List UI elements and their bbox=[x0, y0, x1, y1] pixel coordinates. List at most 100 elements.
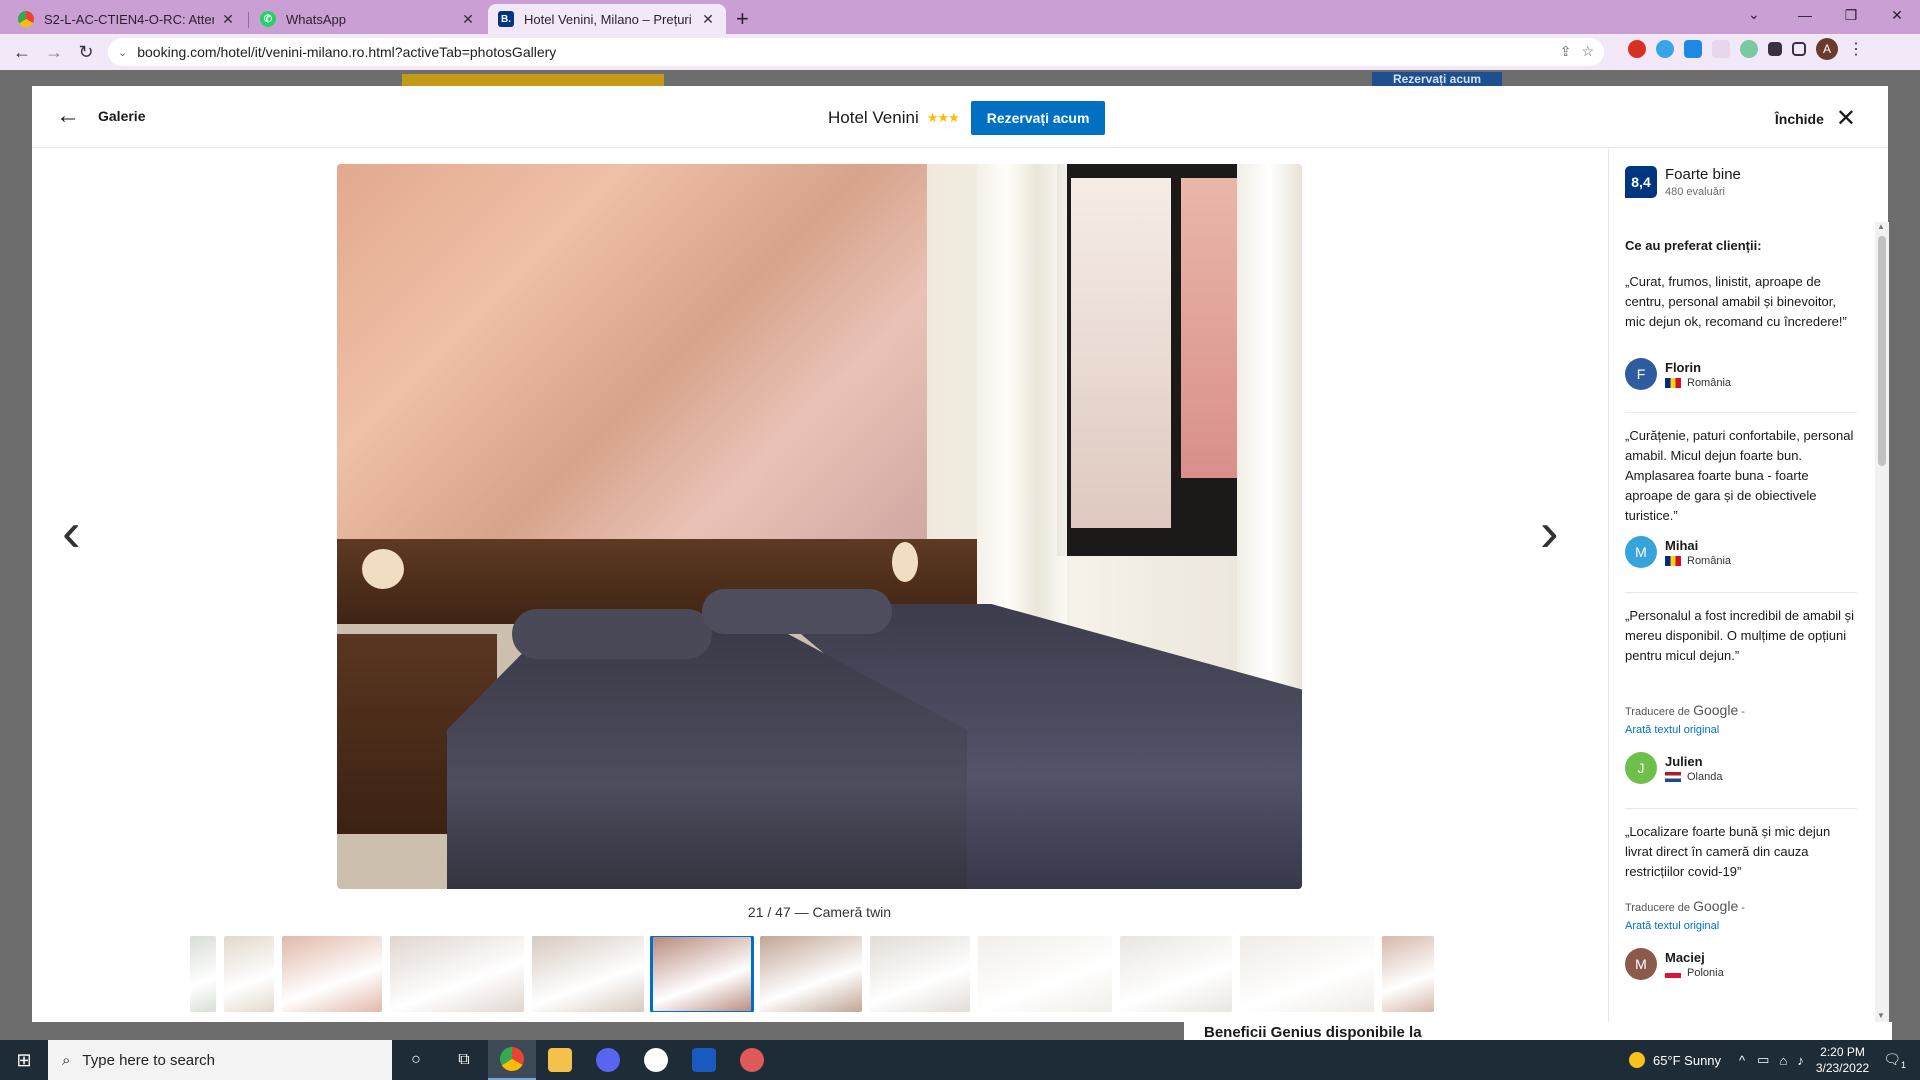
reviewer: F Florin România bbox=[1625, 358, 1731, 390]
divider bbox=[1625, 592, 1857, 593]
thumbnail[interactable] bbox=[532, 936, 644, 1012]
search-placeholder: Type here to search bbox=[82, 1051, 215, 1069]
gallery-header: ← Galerie Hotel Venini ★★★ Rezervați acu… bbox=[32, 86, 1888, 148]
network-icon[interactable]: ⌂ bbox=[1779, 1053, 1787, 1068]
profile-avatar[interactable]: A bbox=[1816, 38, 1838, 60]
chrome-favicon-icon bbox=[18, 11, 34, 27]
volume-icon[interactable]: ♪ bbox=[1797, 1053, 1804, 1068]
notifications-icon[interactable]: 🗨1 bbox=[1883, 1051, 1906, 1070]
photo-caption: 21 / 47 — Cameră twin bbox=[747, 904, 892, 920]
star-rating-icon: ★★★ bbox=[926, 110, 960, 125]
window-close-icon[interactable]: ✕ bbox=[1874, 0, 1920, 30]
word-icon[interactable] bbox=[680, 1040, 728, 1080]
address-bar[interactable]: ⌄ booking.com/hotel/it/venini-milano.ro.… bbox=[108, 38, 1604, 66]
whatsapp-icon: ✆ bbox=[260, 11, 276, 27]
file-explorer-icon[interactable] bbox=[536, 1040, 584, 1080]
show-original-link[interactable]: Arată textul original bbox=[1625, 920, 1719, 932]
review-text: „Personalul a fost incredibil de amabil … bbox=[1625, 608, 1855, 663]
back-arrow-icon: ← bbox=[56, 102, 80, 129]
review-count: 480 evaluări bbox=[1665, 186, 1725, 198]
window-controls: — ❐ ✕ bbox=[1782, 0, 1920, 30]
share-icon[interactable]: ⇪ bbox=[1560, 43, 1572, 60]
windows-extension-icon[interactable] bbox=[1684, 40, 1702, 58]
thumbnail[interactable] bbox=[978, 936, 1112, 1012]
clock[interactable]: 2:20 PM 3/23/2022 bbox=[1816, 1044, 1869, 1076]
site-info-chevron-icon[interactable]: ⌄ bbox=[118, 46, 127, 59]
weather-text[interactable]: 65°F Sunny bbox=[1653, 1053, 1721, 1068]
thumbnail[interactable] bbox=[390, 936, 524, 1012]
menu-kebab-icon[interactable]: ⋮ bbox=[1848, 39, 1864, 59]
date: 3/23/2022 bbox=[1815, 1061, 1870, 1075]
reviewer-name: Maciej bbox=[1665, 949, 1705, 965]
taskbar-search[interactable]: ⌕ Type here to search bbox=[48, 1040, 392, 1080]
previous-photo-chevron-icon[interactable]: ‹ bbox=[62, 504, 81, 560]
tray-chevron-up-icon[interactable]: ^ bbox=[1739, 1053, 1745, 1068]
show-original-link[interactable]: Arată textul original bbox=[1625, 724, 1719, 736]
scrollbar-thumb[interactable] bbox=[1878, 236, 1886, 466]
new-tab-plus-icon[interactable]: + bbox=[736, 6, 749, 32]
next-photo-chevron-icon[interactable]: › bbox=[1540, 504, 1559, 560]
itunes-icon[interactable] bbox=[632, 1040, 680, 1080]
avatar: M bbox=[1625, 536, 1657, 568]
photo-gallery-modal: ← Galerie Hotel Venini ★★★ Rezervați acu… bbox=[32, 86, 1889, 1022]
thumbnail[interactable] bbox=[1382, 936, 1434, 1012]
sun-weather-icon bbox=[1628, 1052, 1645, 1068]
thumbnail[interactable] bbox=[282, 936, 382, 1012]
forward-arrow-icon[interactable]: → bbox=[38, 36, 70, 68]
gallery-close-button[interactable]: Închide ✕ bbox=[1775, 104, 1856, 133]
battery-icon[interactable]: ▭ bbox=[1757, 1052, 1769, 1068]
extension-icon[interactable] bbox=[1712, 40, 1730, 58]
minimize-icon[interactable]: — bbox=[1782, 0, 1828, 30]
thumbnail-strip bbox=[190, 936, 1483, 1012]
thumbnail[interactable] bbox=[1240, 936, 1374, 1012]
time: 2:20 PM bbox=[1820, 1045, 1865, 1059]
photo-wall bbox=[337, 164, 927, 539]
task-view-icon[interactable]: ⧉ bbox=[440, 1040, 488, 1080]
romania-flag-icon bbox=[1665, 377, 1681, 388]
back-arrow-icon[interactable]: ← bbox=[6, 36, 38, 68]
snipping-tool-icon[interactable] bbox=[728, 1040, 776, 1080]
reviewer-country: Polonia bbox=[1687, 966, 1724, 979]
reserve-now-button[interactable]: Rezervați acum bbox=[970, 101, 1106, 135]
close-tab-icon[interactable]: ✕ bbox=[220, 11, 236, 28]
search-icon: ⌕ bbox=[62, 1051, 71, 1069]
tab-search-chevron-icon[interactable]: ⌄ bbox=[1748, 6, 1760, 23]
thumbnail[interactable] bbox=[190, 936, 216, 1012]
side-panel-icon[interactable] bbox=[1792, 42, 1806, 56]
gallery-back-button[interactable]: ← Galerie bbox=[56, 104, 145, 128]
browser-tab-whatsapp[interactable]: ✆ WhatsApp ✕ bbox=[250, 4, 486, 34]
close-tab-icon[interactable]: ✕ bbox=[700, 11, 716, 28]
thumbnail-active[interactable] bbox=[650, 936, 754, 1012]
windows-start-icon[interactable]: ⊞ bbox=[0, 1040, 48, 1080]
extension-icon[interactable] bbox=[1740, 40, 1758, 58]
genius-benefits-text: Beneficii Genius disponibile la bbox=[1204, 1024, 1422, 1041]
scroll-down-icon[interactable]: ▼ bbox=[1877, 1011, 1885, 1020]
thumbnail[interactable] bbox=[224, 936, 274, 1012]
chrome-taskbar-icon[interactable] bbox=[488, 1040, 536, 1080]
reviewer-country: România bbox=[1687, 376, 1732, 389]
reload-icon[interactable]: ↻ bbox=[70, 36, 102, 68]
photo-lamp bbox=[892, 542, 918, 582]
browser-tab-attendance[interactable]: S2-L-AC-CTIEN4-O-RC: Attendan ✕ bbox=[8, 4, 246, 34]
extension-icon[interactable] bbox=[1656, 40, 1674, 58]
cortana-icon[interactable]: ○ bbox=[392, 1040, 440, 1080]
adblock-extension-icon[interactable] bbox=[1628, 40, 1646, 58]
thumbnail[interactable] bbox=[760, 936, 862, 1012]
restore-icon[interactable]: ❐ bbox=[1828, 0, 1874, 30]
reviews-scroll-area[interactable]: Ce au preferat clienții: „Curat, frumos,… bbox=[1609, 222, 1889, 1022]
url-text: booking.com/hotel/it/venini-milano.ro.ht… bbox=[137, 44, 557, 60]
browser-tab-booking[interactable]: B. Hotel Venini, Milano – Prețuri act ✕ bbox=[488, 4, 726, 34]
thumbnail[interactable] bbox=[870, 936, 970, 1012]
bookmark-star-icon[interactable]: ☆ bbox=[1581, 43, 1594, 60]
reviewer-name: Julien bbox=[1665, 753, 1703, 769]
puzzle-extensions-icon[interactable] bbox=[1768, 42, 1782, 56]
reviewer: J Julien Olanda bbox=[1625, 752, 1722, 784]
reviews-scrollbar[interactable]: ▲ ▼ bbox=[1875, 222, 1889, 1022]
scroll-up-icon[interactable]: ▲ bbox=[1877, 222, 1885, 231]
close-label: Închide bbox=[1774, 110, 1824, 127]
main-photo-twin-room bbox=[337, 164, 1302, 889]
discord-icon[interactable] bbox=[584, 1040, 632, 1080]
thumbnail[interactable] bbox=[1120, 936, 1232, 1012]
photo-window bbox=[1057, 164, 1251, 556]
close-tab-icon[interactable]: ✕ bbox=[460, 11, 476, 28]
